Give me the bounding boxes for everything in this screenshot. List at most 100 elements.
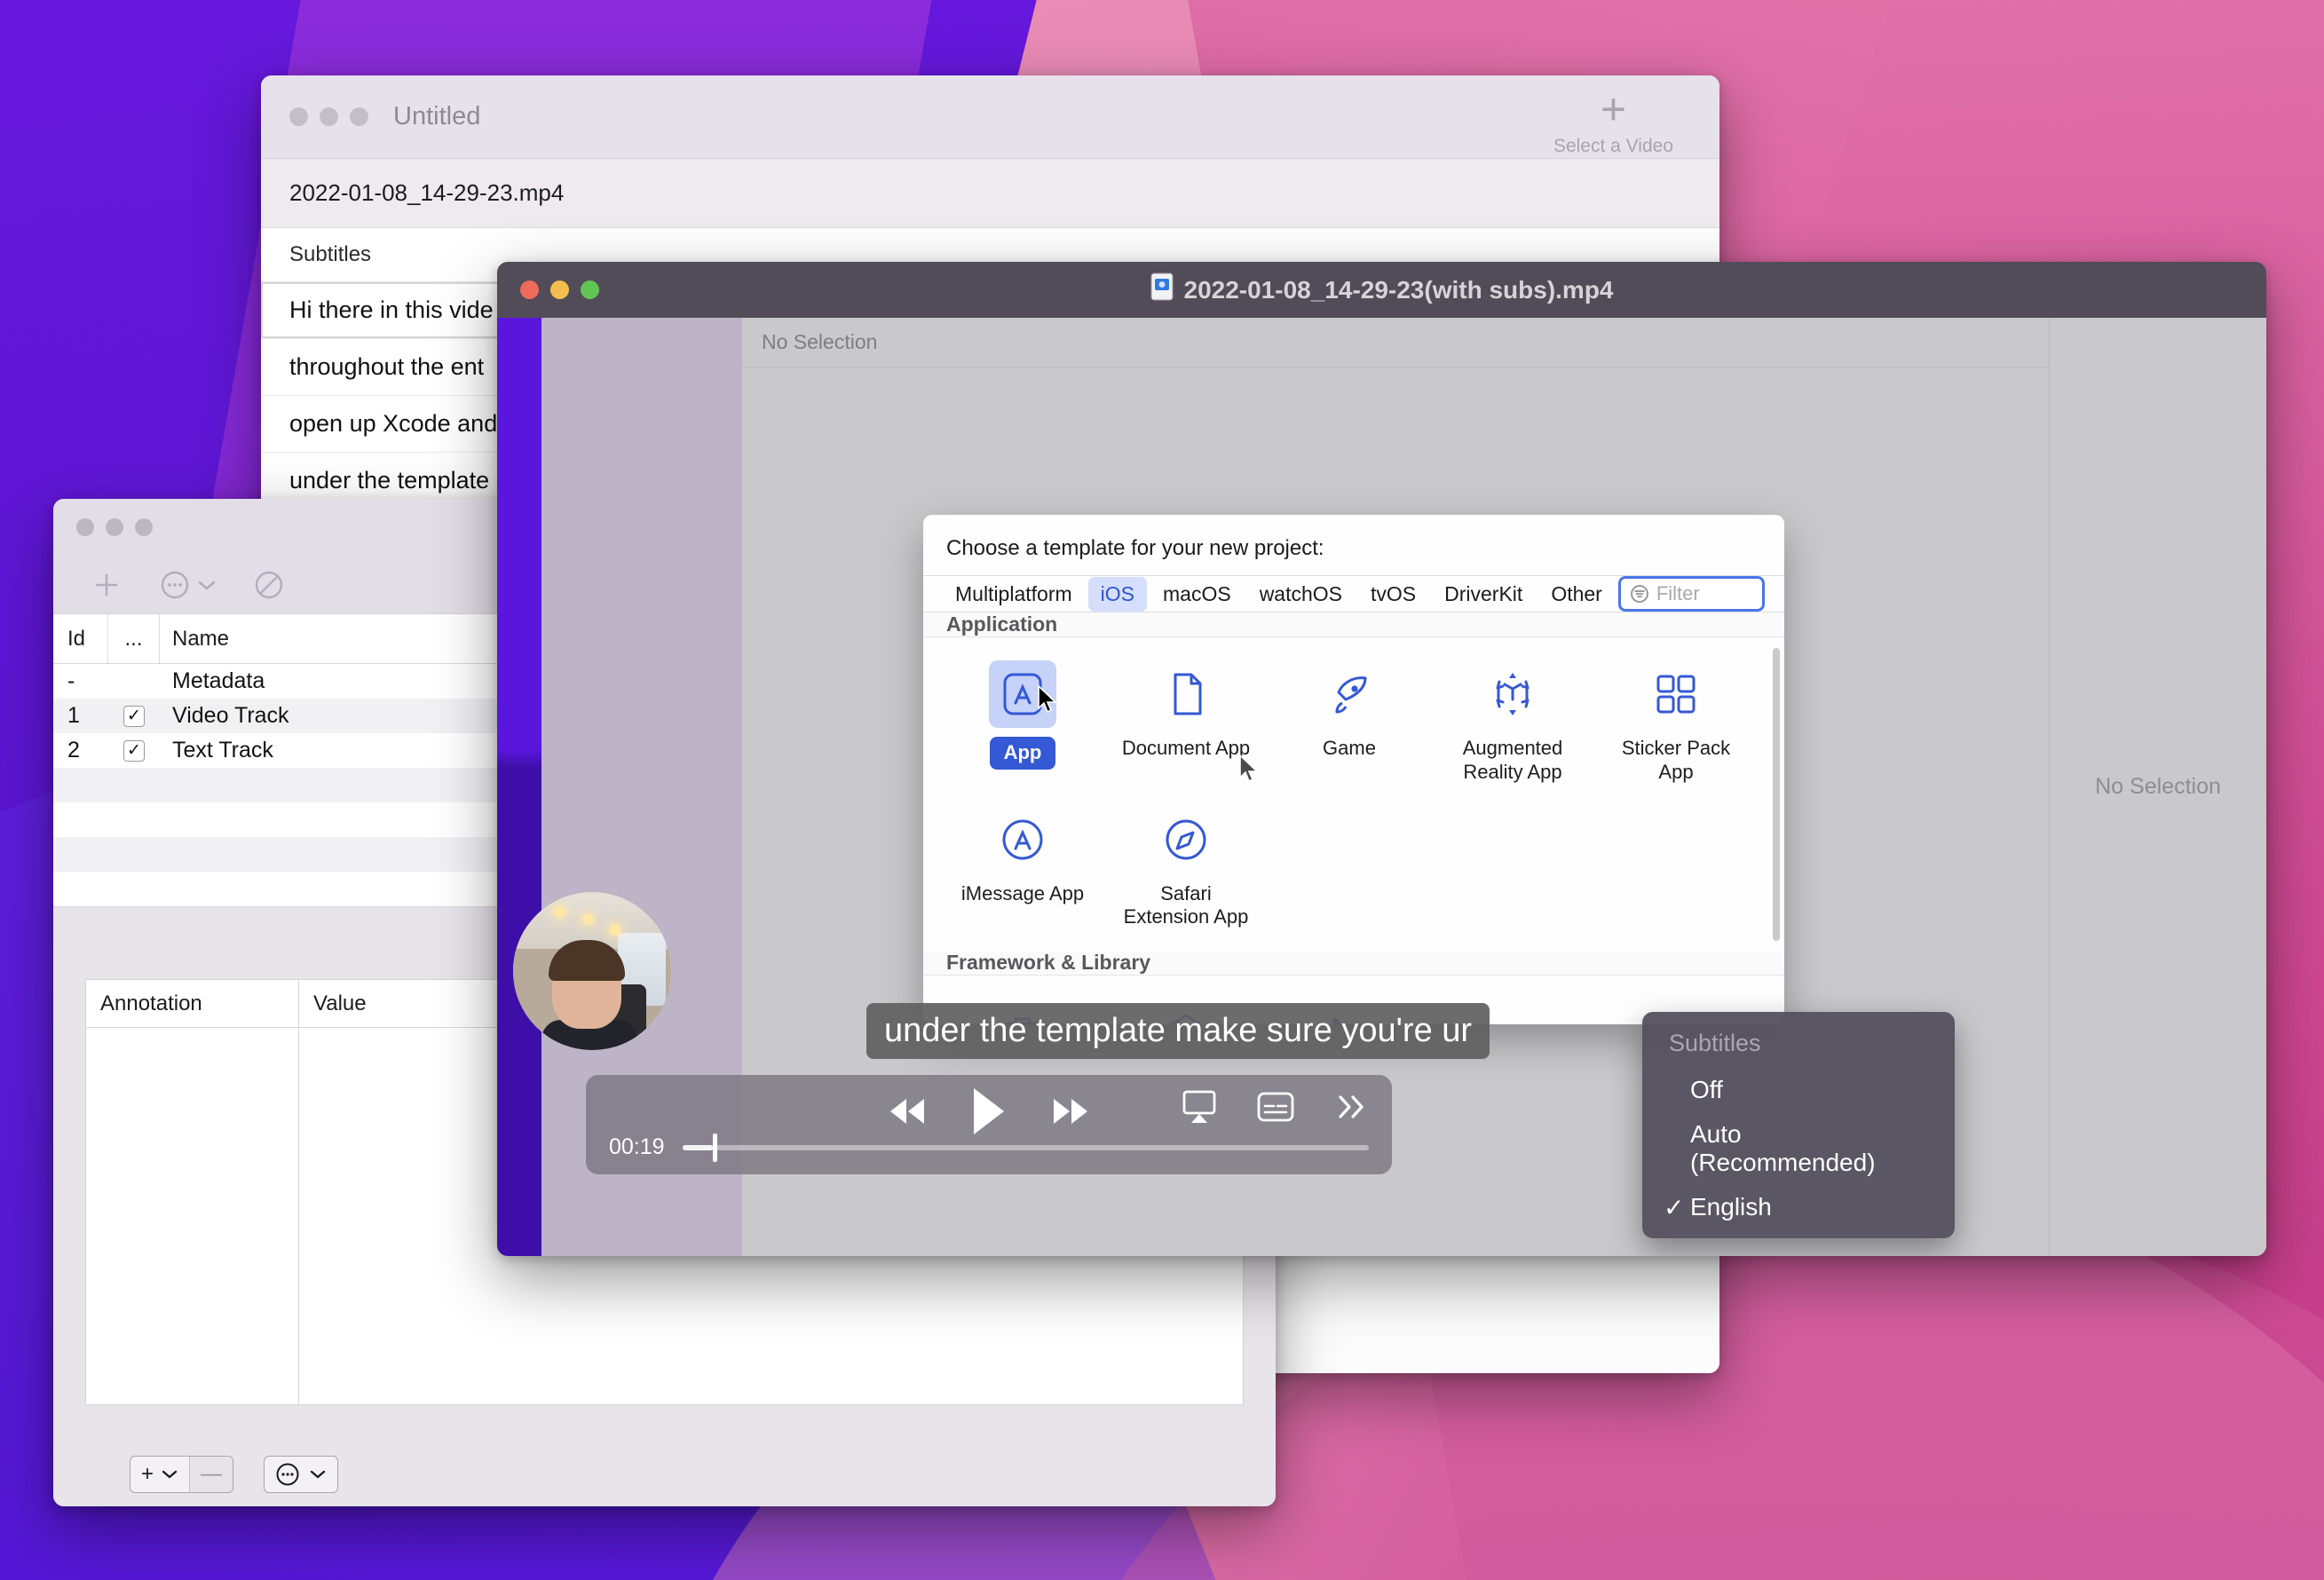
column-header-id[interactable]: Id: [53, 614, 108, 663]
minimize-button[interactable]: [320, 107, 338, 126]
checkbox-checked[interactable]: ✓: [123, 705, 145, 727]
plus-icon: +: [141, 1462, 154, 1486]
sheet-prompt: Choose a template for your new project:: [946, 536, 1324, 560]
tab-driverkit[interactable]: DriverKit: [1432, 577, 1535, 612]
template-label: Safari Extension App: [1123, 881, 1249, 928]
checkbox-checked[interactable]: ✓: [123, 739, 145, 762]
zoom-button[interactable]: [350, 107, 368, 126]
player-transport-controls[interactable]: 00:19: [586, 1075, 1392, 1174]
subtitles-menu-header: Subtitles: [1669, 1030, 1761, 1056]
ellipsis-circle-icon: [276, 1463, 299, 1486]
add-remove-segmented-control[interactable]: + —: [130, 1456, 234, 1493]
rocket-icon: [1316, 660, 1383, 728]
check-icon: ✓: [1664, 1194, 1685, 1221]
tab-ios[interactable]: iOS: [1087, 576, 1147, 612]
close-button[interactable]: [289, 107, 308, 126]
no-entry-icon: [255, 571, 283, 598]
close-button[interactable]: [76, 518, 94, 536]
chevron-down-icon: [162, 1470, 178, 1479]
template-augmented-reality-app[interactable]: Augmented Reality App: [1431, 652, 1594, 797]
document-icon: [1152, 660, 1220, 728]
transport-secondary-buttons[interactable]: [1181, 1089, 1369, 1129]
current-time-label: 00:19: [609, 1134, 665, 1159]
quicktime-movie-icon: [1150, 273, 1174, 307]
zoom-button[interactable]: [135, 518, 153, 536]
window-title: 2022-01-08_14-29-23(with subs).mp4: [1183, 275, 1614, 304]
disable-track-button[interactable]: [254, 570, 284, 600]
template-safari-extension-app[interactable]: Safari Extension App: [1104, 797, 1268, 943]
scrubber-row[interactable]: 00:19: [609, 1133, 1369, 1162]
subtitles-menu-item-off[interactable]: Off: [1642, 1068, 1955, 1112]
template-imessage-app[interactable]: iMessage App: [941, 797, 1104, 943]
tab-watchos[interactable]: watchOS: [1247, 577, 1355, 612]
column-header-annotation[interactable]: Annotation: [86, 980, 299, 1027]
tab-macos[interactable]: macOS: [1150, 577, 1244, 612]
row-id: 2: [67, 738, 80, 762]
subtitles-menu-item-auto[interactable]: Auto (Recommended): [1642, 1112, 1955, 1185]
quicktime-player-window[interactable]: 2022-01-08_14-29-23(with subs).mp4 No Se…: [497, 262, 2266, 1256]
no-selection-label: No Selection: [762, 330, 878, 353]
window-controls[interactable]: [289, 107, 368, 126]
ar-cube-icon: [1479, 660, 1546, 728]
more-actions-control[interactable]: [264, 1456, 339, 1493]
select-video-button[interactable]: + Select a Video: [1553, 84, 1673, 157]
more-actions-button[interactable]: [265, 1457, 337, 1492]
remove-annotation-button[interactable]: —: [190, 1457, 233, 1492]
grid-squares-icon: [1642, 660, 1710, 728]
template-label: Sticker Pack App: [1621, 737, 1731, 783]
subtitles-menu-label: Auto (Recommended): [1690, 1120, 1876, 1176]
filter-placeholder: Filter: [1656, 582, 1700, 604]
row-id: 1: [67, 703, 80, 728]
chevron-double-right-icon[interactable]: [1333, 1092, 1369, 1126]
webcam-overlay: [513, 892, 671, 1050]
plus-icon: +: [1600, 84, 1627, 134]
airplay-icon[interactable]: [1181, 1089, 1218, 1129]
subtitles-menu-item-english[interactable]: ✓ English: [1642, 1185, 1955, 1229]
track-options-button[interactable]: [160, 570, 217, 600]
sheet-scrollbar[interactable]: [1773, 648, 1780, 941]
player-video-surface[interactable]: No Selection No Selection Choose a templ…: [497, 318, 2266, 1256]
xcode-template-sheet[interactable]: Choose a template for your new project: …: [923, 515, 1784, 1024]
recorded-desktop-edge: [497, 318, 541, 1256]
rewind-icon[interactable]: [885, 1092, 935, 1135]
window-controls[interactable]: [520, 280, 599, 299]
template-game[interactable]: Game: [1268, 652, 1431, 797]
tab-tvos[interactable]: tvOS: [1358, 577, 1428, 612]
video-filename-row[interactable]: 2022-01-08_14-29-23.mp4: [261, 158, 1719, 227]
add-annotation-button[interactable]: +: [130, 1457, 191, 1492]
platform-tab-bar[interactable]: Multiplatform iOS macOS watchOS tvOS Dri…: [923, 575, 1784, 612]
tab-multiplatform[interactable]: Multiplatform: [943, 577, 1085, 612]
tab-other[interactable]: Other: [1538, 577, 1615, 612]
row-enabled[interactable]: ✓: [108, 739, 160, 762]
close-button[interactable]: [520, 280, 539, 299]
webcam-lamp: [582, 913, 594, 925]
window-controls[interactable]: [76, 518, 153, 536]
scrubber-progress: [682, 1144, 714, 1150]
template-filter-field[interactable]: Filter: [1617, 576, 1765, 612]
template-grid-application[interactable]: App Document App Game Augmented Reality …: [923, 637, 1784, 951]
minimize-button[interactable]: [550, 280, 569, 299]
minimize-button[interactable]: [106, 518, 123, 536]
row-id: -: [67, 668, 75, 693]
scrubber-handle[interactable]: [713, 1133, 718, 1162]
subtitles-popup-menu[interactable]: Subtitles Off Auto (Recommended) ✓ Engli…: [1642, 1012, 1955, 1238]
webcam-lamp: [609, 924, 621, 936]
add-track-button[interactable]: [91, 569, 123, 601]
annotation-footer-toolbar[interactable]: + —: [53, 1442, 1276, 1506]
subtitle-text: Hi there in this vide: [289, 296, 494, 323]
template-sticker-pack-app[interactable]: Sticker Pack App: [1594, 652, 1758, 797]
closed-captions-icon[interactable]: [1257, 1092, 1294, 1126]
subtitles-menu-label: Off: [1690, 1076, 1723, 1103]
fast-forward-icon[interactable]: [1043, 1092, 1093, 1135]
template-label: Game: [1323, 737, 1376, 759]
zoom-button[interactable]: [581, 280, 599, 299]
window-title: Untitled: [393, 102, 481, 130]
column-header-enabled[interactable]: ...: [108, 614, 160, 663]
play-icon[interactable]: [968, 1086, 1009, 1142]
scrubber-track[interactable]: [682, 1133, 1369, 1162]
row-enabled[interactable]: ✓: [108, 705, 160, 727]
app-store-circle-icon: [989, 806, 1056, 873]
subtitle-text: open up Xcode and: [289, 410, 498, 437]
template-app[interactable]: App: [941, 652, 1104, 797]
no-selection-label: No Selection: [2095, 774, 2221, 799]
